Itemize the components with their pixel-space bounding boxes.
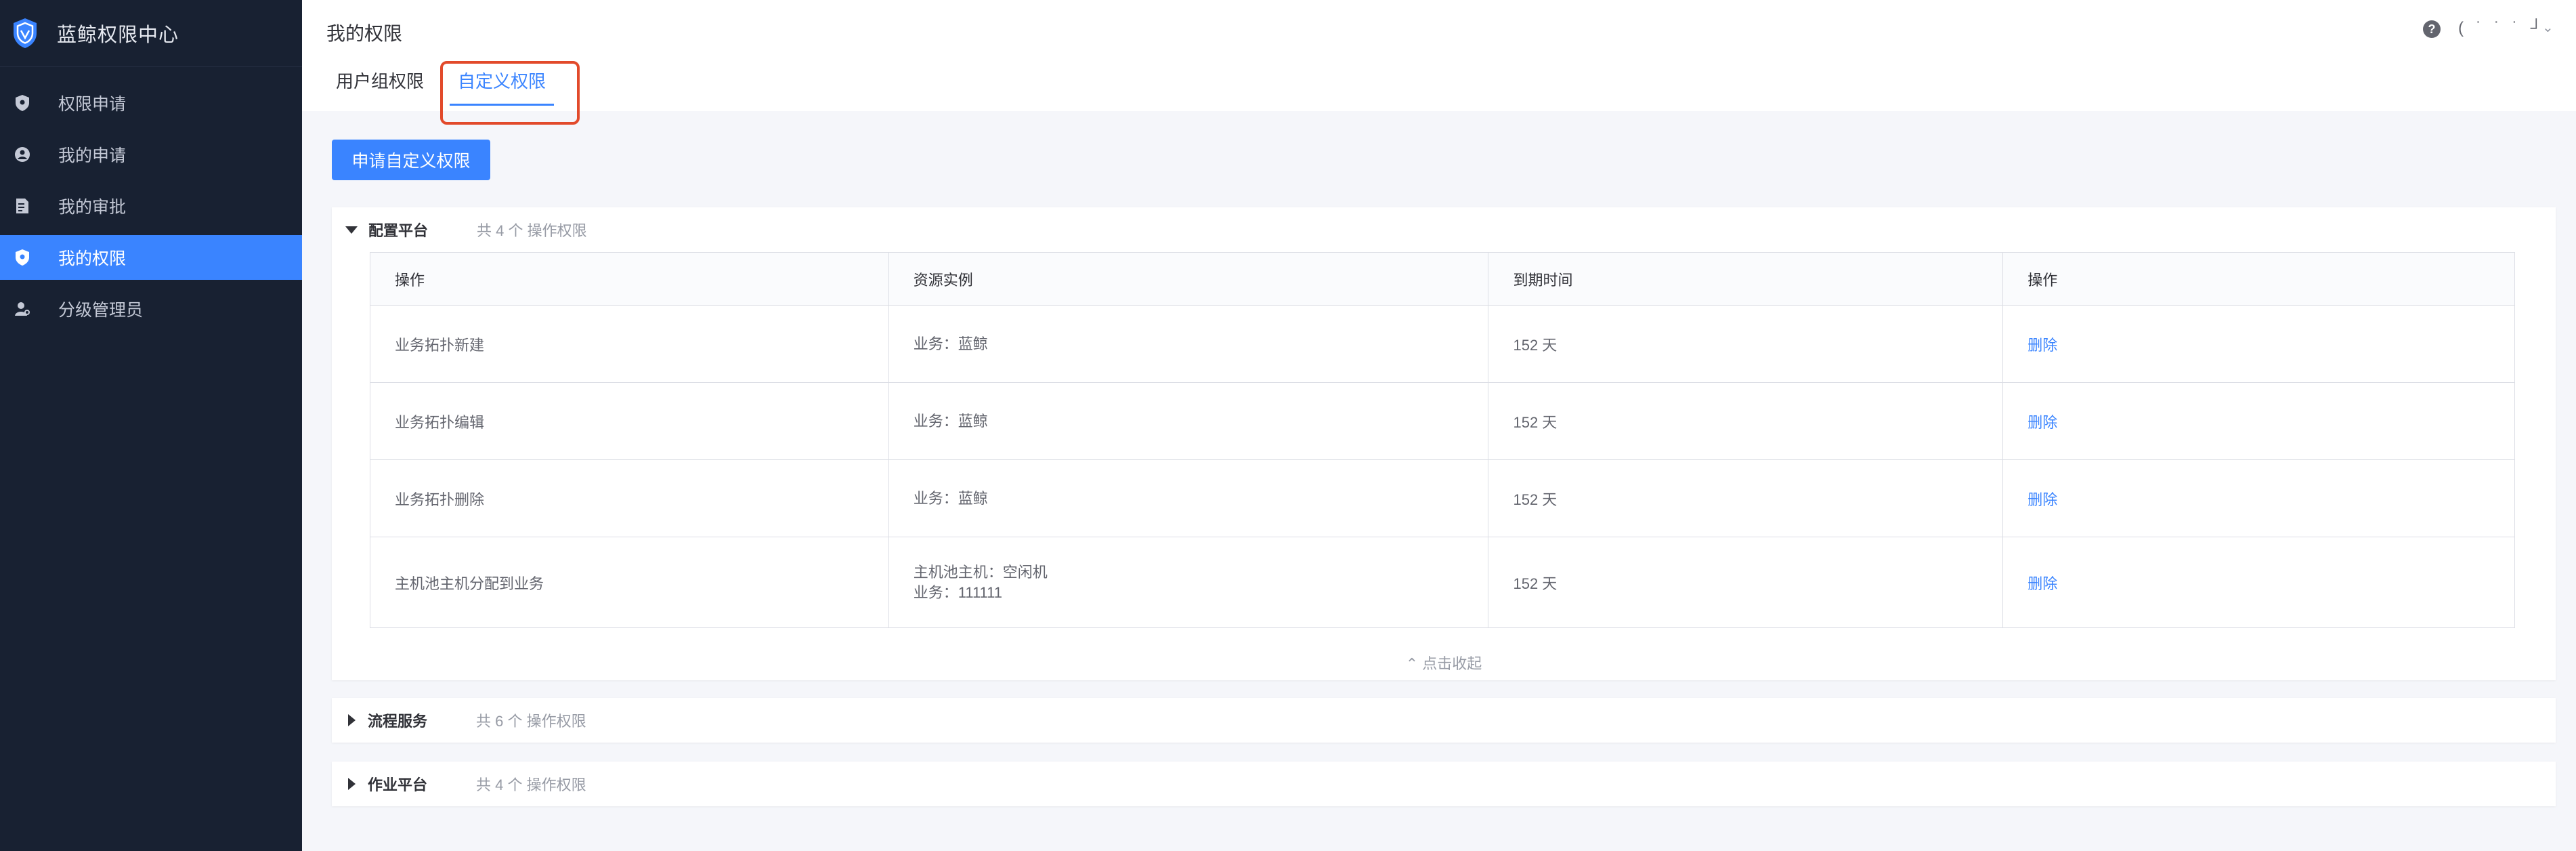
resource-line: 业务：111111 [913,583,1002,601]
panel-header[interactable]: 流程服务 共 6 个 操作权限 [332,698,2556,743]
sidebar-item-label: 我的审批 [58,198,127,217]
system-panel-job: 作业平台 共 4 个 操作权限 [332,762,2556,806]
table-row: 业务拓扑删除 业务：蓝鲸 152 天 删除 [370,459,2515,537]
caret-right-icon [348,714,356,726]
sidebar: 蓝鲸权限中心 权限申请 我的申请 我的审批 我的权限 分级管理员 [0,0,302,851]
action-cell: 主机池主机分配到业务 [370,537,889,628]
column-header-expire: 到期时间 [1488,252,2004,306]
expire-cell: 152 天 [1488,382,2004,460]
resource-cell: 业务：蓝鲸 [888,305,1489,383]
page-header: 我的权限 ? ( ˙ ˙ ˙ ┘ ⌄ 用户组权限 自定义权限 [302,0,2576,111]
action-cell: 业务拓扑编辑 [370,382,889,460]
user-admin-icon [12,299,33,319]
system-name: 作业平台 [368,776,428,793]
delete-link[interactable]: 删除 [2027,575,2057,592]
sidebar-item-my-approvals[interactable]: 我的审批 [0,184,302,228]
permission-count: 共 4 个 操作权限 [476,776,586,793]
panel-header[interactable]: 作业平台 共 4 个 操作权限 [332,762,2556,806]
action-cell: 业务拓扑新建 [370,305,889,383]
resource-cell: 业务：蓝鲸 [888,459,1489,537]
collapse-label: 点击收起 [1422,655,1482,672]
sidebar-item-label: 我的权限 [58,249,127,268]
resource-cell: 业务：蓝鲸 [888,382,1489,460]
permission-count: 共 6 个 操作权限 [476,713,586,730]
app-title: 蓝鲸权限中心 [57,24,179,46]
operation-cell: 删除 [2002,459,2515,537]
column-header-resource: 资源实例 [888,252,1489,306]
apply-custom-permission-button[interactable]: 申请自定义权限 [332,140,490,180]
operation-cell: 删除 [2002,382,2515,460]
expire-cell: 152 天 [1488,459,2004,537]
tab-bar: 用户组权限 自定义权限 [336,68,580,106]
chevron-up-icon: ⌃ [1405,655,1419,672]
sidebar-nav: 权限申请 我的申请 我的审批 我的权限 分级管理员 [0,81,302,331]
action-cell: 业务拓扑删除 [370,459,889,537]
permission-table: 操作 资源实例 到期时间 操作 业务拓扑新建 业务：蓝鲸 152 天 删除 业务… [370,252,2515,628]
column-header-operation: 操作 [2002,252,2515,306]
brand[interactable]: 蓝鲸权限中心 [0,0,302,67]
user-name[interactable]: ( ˙ ˙ ˙ ┘ [2458,19,2546,38]
bk-shield-logo-icon [9,13,41,54]
caret-down-icon [345,226,358,234]
resource-line: 主机池主机：空闲机 [913,563,1048,581]
sidebar-item-permission-apply[interactable]: 权限申请 [0,81,302,125]
column-header-action: 操作 [370,252,889,306]
help-icon[interactable]: ? [2423,20,2441,38]
shield-icon [12,247,33,268]
operation-cell: 删除 [2002,305,2515,383]
delete-link[interactable]: 删除 [2027,414,2057,431]
shield-icon [12,93,33,113]
table-row: 主机池主机分配到业务 主机池主机：空闲机 业务：111111 152 天 删除 [370,537,2515,628]
delete-link[interactable]: 删除 [2027,491,2057,508]
chevron-down-icon[interactable]: ⌄ [2542,19,2554,36]
page-title: 我的权限 [326,23,403,44]
expire-cell: 152 天 [1488,537,2004,628]
sidebar-item-label: 我的申请 [58,146,127,165]
tab-user-group-permissions[interactable]: 用户组权限 [336,68,424,106]
sidebar-item-label: 权限申请 [58,95,127,114]
tab-custom-permissions[interactable]: 自定义权限 [450,68,555,106]
collapse-link[interactable]: ⌃ 点击收起 [332,652,2556,673]
sidebar-item-grade-admin[interactable]: 分级管理员 [0,287,302,331]
caret-right-icon [348,778,356,790]
expire-cell: 152 天 [1488,305,2004,383]
panel-header[interactable]: 配置平台 共 4 个 操作权限 [332,207,2556,252]
permission-count: 共 4 个 操作权限 [477,222,587,239]
delete-link[interactable]: 删除 [2027,337,2057,354]
user-circle-icon [12,144,33,165]
resource-cell: 主机池主机：空闲机 业务：111111 [888,537,1489,628]
table-row: 业务拓扑新建 业务：蓝鲸 152 天 删除 [370,305,2515,383]
resource-line: 业务：蓝鲸 [913,335,988,352]
system-panel-cmdb: 配置平台 共 4 个 操作权限 操作 资源实例 到期时间 操作 业务拓扑新建 业… [332,207,2556,680]
document-edit-icon [12,196,33,216]
sidebar-item-my-applications[interactable]: 我的申请 [0,132,302,177]
table-header-row: 操作 资源实例 到期时间 操作 [370,252,2515,306]
sidebar-item-label: 分级管理员 [58,301,144,320]
resource-line: 业务：蓝鲸 [913,412,988,430]
sidebar-item-my-permissions[interactable]: 我的权限 [0,235,302,280]
system-name: 流程服务 [368,713,428,730]
table-row: 业务拓扑编辑 业务：蓝鲸 152 天 删除 [370,382,2515,460]
resource-line: 业务：蓝鲸 [913,489,988,507]
operation-cell: 删除 [2002,537,2515,628]
system-name: 配置平台 [368,222,429,239]
system-panel-itsm: 流程服务 共 6 个 操作权限 [332,698,2556,743]
